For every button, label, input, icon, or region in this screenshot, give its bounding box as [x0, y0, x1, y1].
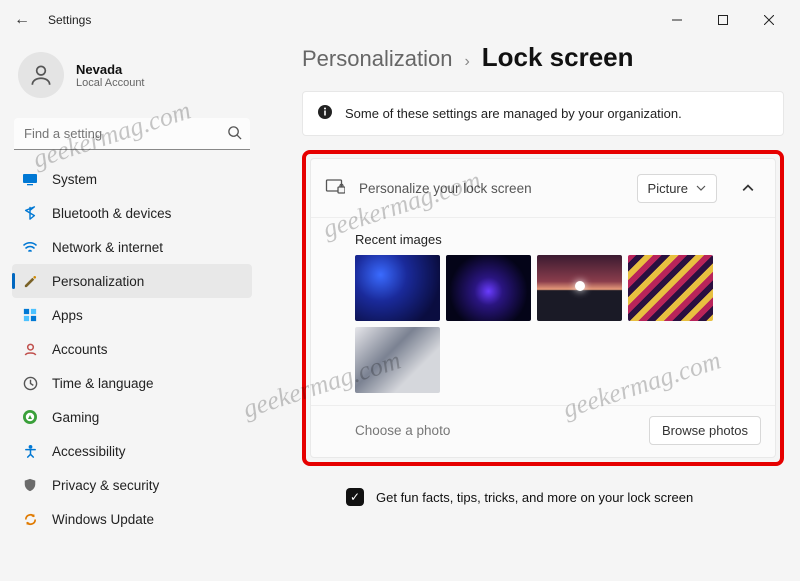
shield-icon [22, 477, 38, 493]
sidebar-item-label: Privacy & security [52, 478, 159, 493]
collapse-button[interactable] [731, 171, 765, 205]
titlebar: ← Settings [0, 0, 800, 40]
sidebar-item-update[interactable]: Windows Update [12, 502, 252, 536]
sidebar-item-time[interactable]: Time & language [12, 366, 252, 400]
sidebar-item-personalization[interactable]: Personalization [12, 264, 252, 298]
main-panel: Personalization › Lock screen Some of th… [262, 40, 800, 581]
window-title: Settings [48, 13, 91, 27]
sidebar-item-label: Network & internet [52, 240, 163, 255]
sidebar-item-label: Accounts [52, 342, 108, 357]
sidebar-item-label: System [52, 172, 97, 187]
user-sub: Local Account [76, 77, 145, 89]
user-name: Nevada [76, 62, 145, 77]
card-body: Recent images [311, 218, 775, 405]
accessibility-icon [22, 443, 38, 459]
recent-image-thumb[interactable] [446, 255, 531, 321]
sidebar-item-label: Time & language [52, 376, 154, 391]
wifi-icon [22, 239, 38, 255]
mode-select[interactable]: Picture [637, 174, 717, 203]
mode-value: Picture [648, 181, 688, 196]
sidebar-item-accounts[interactable]: Accounts [12, 332, 252, 366]
card-footer: Choose a photo Browse photos [311, 405, 775, 457]
recent-image-thumb[interactable] [355, 327, 440, 393]
recent-image-thumb[interactable] [537, 255, 622, 321]
recent-images-grid [355, 255, 757, 393]
funfacts-row[interactable]: ✓ Get fun facts, tips, tricks, and more … [302, 476, 784, 518]
recent-images-label: Recent images [355, 232, 757, 247]
sidebar: Nevada Local Account System Bluetooth & … [0, 40, 262, 581]
accounts-icon [22, 341, 38, 357]
breadcrumb-parent[interactable]: Personalization [302, 46, 452, 72]
back-button[interactable]: ← [8, 11, 36, 29]
sidebar-item-network[interactable]: Network & internet [12, 230, 252, 264]
search-input[interactable] [14, 118, 250, 150]
close-button[interactable] [746, 4, 792, 36]
system-icon [22, 171, 38, 187]
lockscreen-card: Personalize your lock screen Picture Rec… [310, 158, 776, 458]
recent-image-thumb[interactable] [355, 255, 440, 321]
chevron-down-icon [696, 181, 706, 196]
highlight-box: Personalize your lock screen Picture Rec… [302, 150, 784, 466]
info-text: Some of these settings are managed by yo… [345, 106, 682, 121]
funfacts-checkbox[interactable]: ✓ [346, 488, 364, 506]
search-icon [227, 125, 242, 145]
sidebar-item-label: Accessibility [52, 444, 126, 459]
sidebar-item-system[interactable]: System [12, 162, 252, 196]
avatar [18, 52, 64, 98]
breadcrumb: Personalization › Lock screen [302, 40, 784, 73]
sidebar-item-privacy[interactable]: Privacy & security [12, 468, 252, 502]
chevron-right-icon: › [464, 53, 469, 71]
sidebar-item-label: Personalization [52, 274, 144, 289]
update-icon [22, 511, 38, 527]
card-header[interactable]: Personalize your lock screen Picture [311, 159, 775, 218]
lockscreen-icon [325, 177, 345, 200]
clock-icon [22, 375, 38, 391]
page-title: Lock screen [482, 42, 634, 73]
card-title: Personalize your lock screen [359, 181, 623, 196]
apps-icon [22, 307, 38, 323]
funfacts-label: Get fun facts, tips, tricks, and more on… [376, 490, 693, 505]
managed-info-bar: Some of these settings are managed by yo… [302, 91, 784, 136]
recent-image-thumb[interactable] [628, 255, 713, 321]
minimize-button[interactable] [654, 4, 700, 36]
sidebar-item-bluetooth[interactable]: Bluetooth & devices [12, 196, 252, 230]
sidebar-item-label: Bluetooth & devices [52, 206, 171, 221]
nav-list: System Bluetooth & devices Network & int… [12, 162, 252, 536]
gaming-icon [22, 409, 38, 425]
sidebar-item-label: Windows Update [52, 512, 154, 527]
search-box[interactable] [14, 118, 250, 150]
sidebar-item-label: Apps [52, 308, 83, 323]
bluetooth-icon [22, 205, 38, 221]
sidebar-item-label: Gaming [52, 410, 99, 425]
user-block[interactable]: Nevada Local Account [12, 44, 252, 114]
maximize-button[interactable] [700, 4, 746, 36]
browse-photos-button[interactable]: Browse photos [649, 416, 761, 445]
personalization-icon [22, 273, 38, 289]
sidebar-item-gaming[interactable]: Gaming [12, 400, 252, 434]
choose-photo-label: Choose a photo [355, 423, 450, 438]
sidebar-item-accessibility[interactable]: Accessibility [12, 434, 252, 468]
sidebar-item-apps[interactable]: Apps [12, 298, 252, 332]
info-icon [317, 104, 333, 123]
